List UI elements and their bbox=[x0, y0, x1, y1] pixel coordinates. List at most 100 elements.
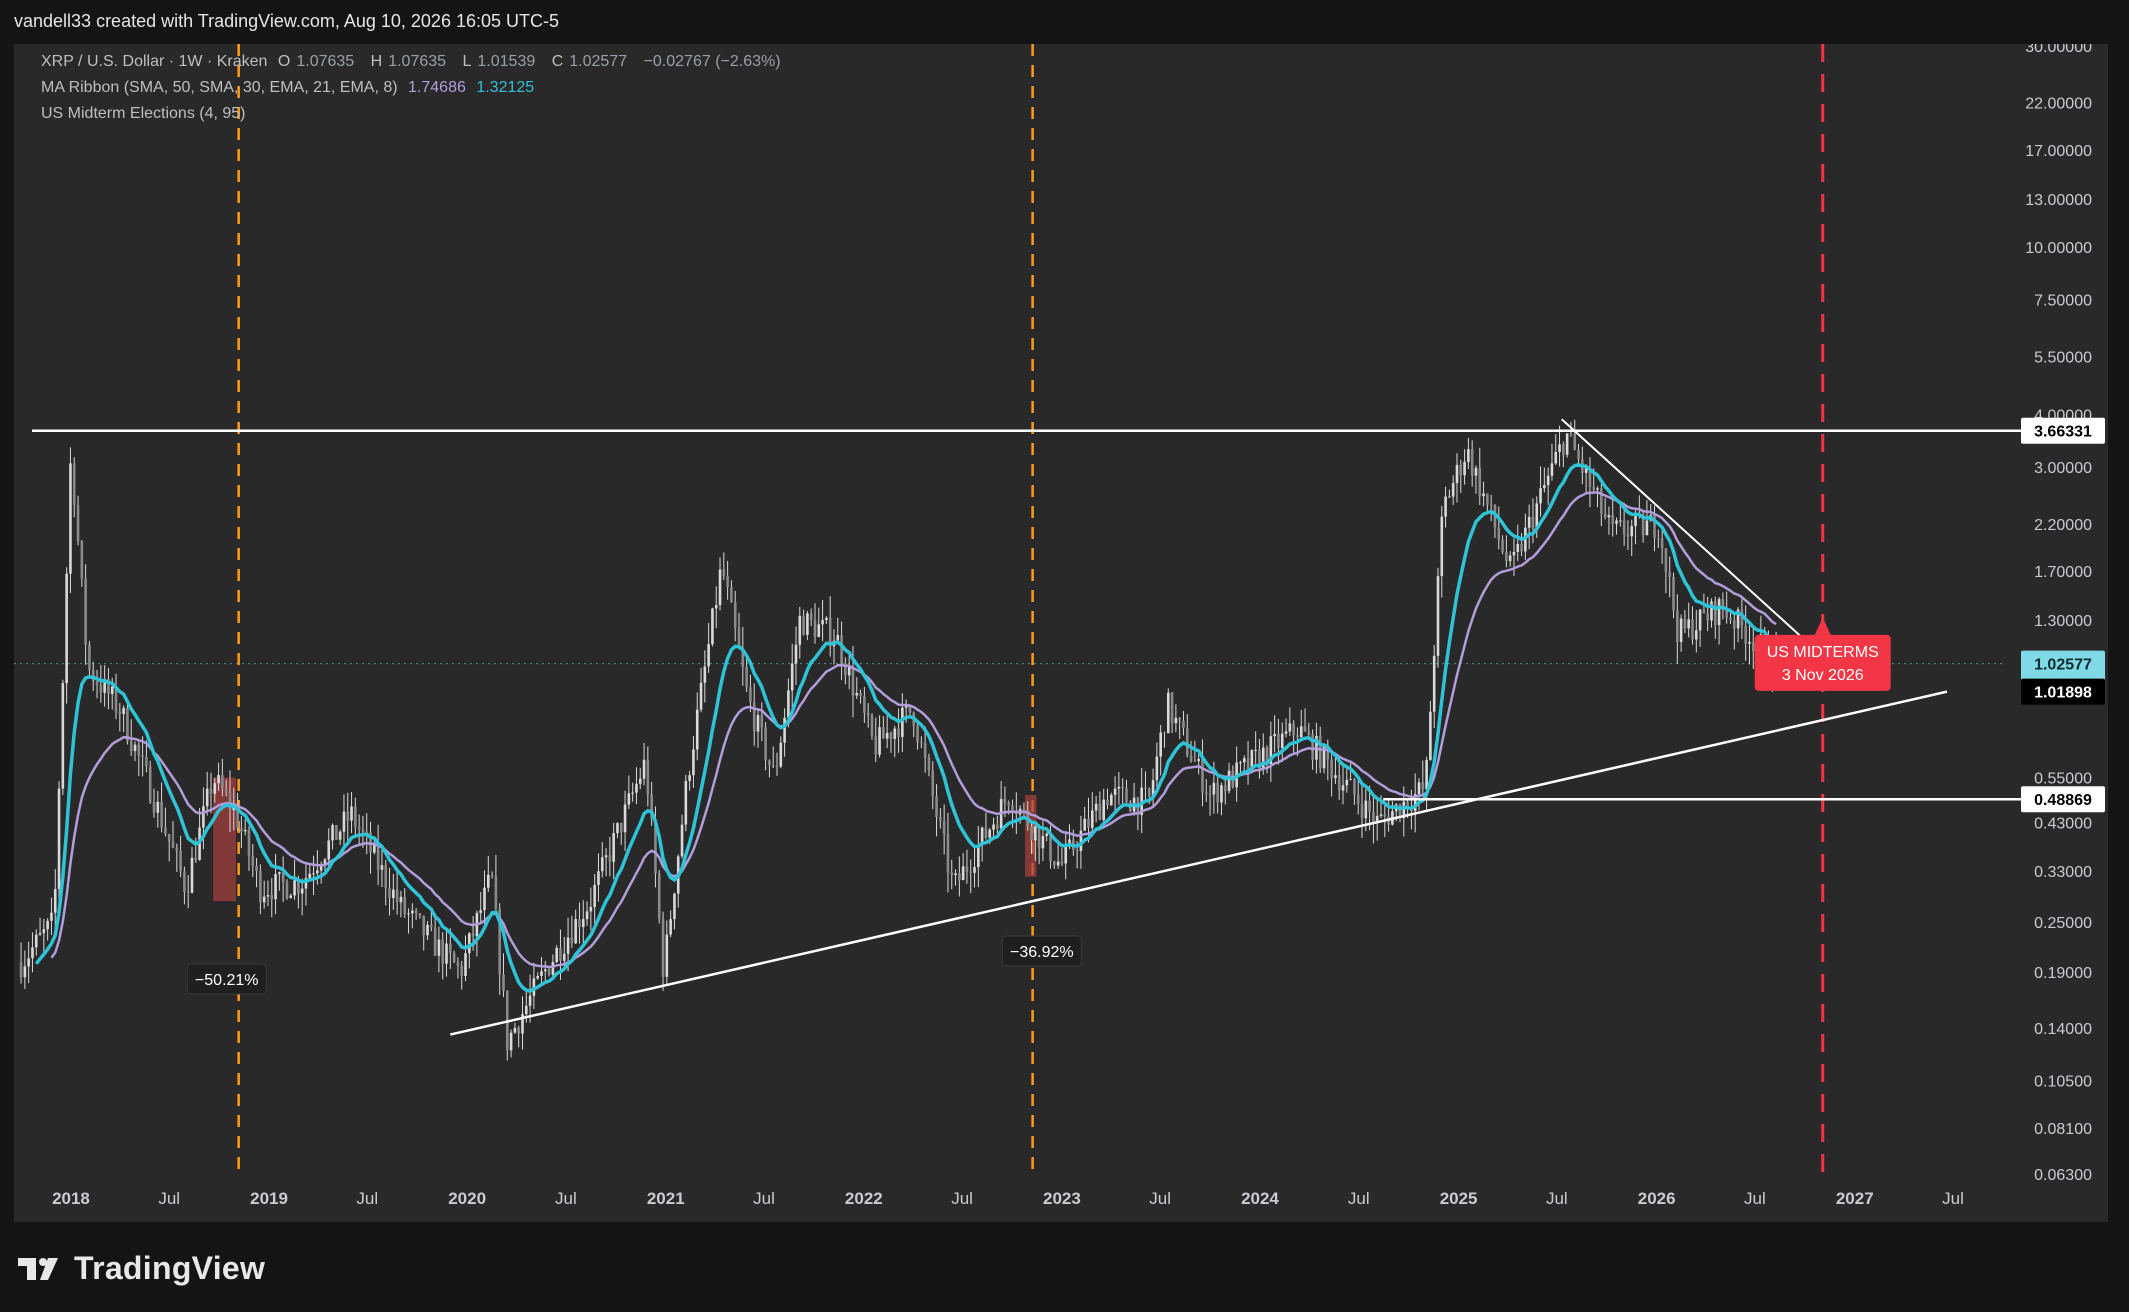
candle-body bbox=[183, 871, 186, 893]
candle-body bbox=[1144, 787, 1147, 789]
x-axis-label: 2021 bbox=[647, 1189, 685, 1208]
candle-body bbox=[1098, 803, 1102, 821]
candle-body bbox=[346, 811, 350, 821]
resistance-price-tag: 3.66331 bbox=[2034, 424, 2092, 441]
candle-body bbox=[1695, 630, 1698, 640]
candle-body bbox=[449, 943, 452, 953]
candle-body bbox=[1732, 620, 1736, 629]
candle-body bbox=[528, 995, 532, 1006]
tradingview-logo[interactable]: TradingView bbox=[18, 1250, 265, 1287]
legend-ma-row: MA Ribbon (SMA, 50, SMA, 30, EMA, 21, EM… bbox=[41, 79, 540, 97]
candle-body bbox=[1159, 732, 1162, 757]
chart-panel[interactable]: 30.00000 22.00000 17.00000 13.00000 10.00000… bbox=[14, 44, 2108, 1222]
candle-body bbox=[665, 934, 669, 977]
candle-body bbox=[1478, 467, 1482, 497]
candle-body bbox=[863, 696, 866, 713]
candle-body bbox=[1170, 692, 1174, 724]
candle-body bbox=[490, 874, 494, 876]
candle-body bbox=[471, 933, 475, 937]
candle-body bbox=[635, 783, 638, 793]
candle-body bbox=[946, 833, 950, 873]
candle-body bbox=[376, 844, 380, 870]
candle-body bbox=[464, 953, 467, 976]
candle-body bbox=[1482, 493, 1485, 497]
legend-symbol[interactable]: XRP / U.S. Dollar · 1W · Kraken bbox=[41, 53, 267, 70]
candle-body bbox=[942, 820, 946, 834]
candle-body bbox=[608, 855, 612, 862]
candle-body bbox=[1254, 749, 1257, 751]
candle-body bbox=[707, 644, 710, 667]
candle-body bbox=[118, 711, 122, 715]
candle-body bbox=[996, 824, 999, 829]
candle-body bbox=[680, 824, 684, 857]
candle-body bbox=[1147, 788, 1151, 797]
candle-body bbox=[240, 828, 243, 832]
candle-body bbox=[878, 727, 881, 755]
open-label: O bbox=[277, 53, 291, 70]
x-axis-label: Jul bbox=[753, 1189, 775, 1208]
candle-body bbox=[1003, 799, 1007, 804]
candle-body bbox=[1216, 782, 1219, 803]
ma-fast-line bbox=[34, 462, 1777, 993]
candle-body bbox=[316, 870, 319, 874]
candle-body bbox=[1087, 818, 1090, 828]
candle-body bbox=[380, 865, 384, 870]
y-axis-label: 1.30000 bbox=[2034, 613, 2092, 630]
candle-body bbox=[338, 831, 342, 840]
candle-body bbox=[34, 934, 38, 948]
candle-body bbox=[977, 844, 980, 868]
candle-body bbox=[806, 613, 809, 635]
candle-body bbox=[1379, 814, 1383, 816]
candle-body bbox=[31, 947, 34, 959]
candle-body bbox=[445, 943, 448, 964]
candle-body bbox=[221, 775, 224, 789]
candle-body bbox=[384, 865, 388, 888]
candle-body bbox=[593, 884, 596, 907]
candle-body bbox=[129, 741, 133, 752]
candle-body bbox=[213, 783, 217, 794]
candle-body bbox=[342, 811, 346, 832]
candle-body bbox=[414, 910, 418, 914]
footer: TradingView bbox=[0, 1222, 2129, 1312]
candle-body bbox=[278, 872, 281, 875]
candle-body bbox=[1015, 813, 1018, 815]
candle-body bbox=[388, 887, 391, 899]
candle-body bbox=[1611, 515, 1615, 524]
candle-body bbox=[1455, 464, 1459, 484]
y-axis-label: 3.00000 bbox=[2034, 460, 2092, 477]
y-axis-label: 0.10500 bbox=[2034, 1074, 2092, 1091]
x-axis-label: Jul bbox=[555, 1189, 577, 1208]
candle-body bbox=[1508, 555, 1512, 562]
candle-body bbox=[1368, 800, 1371, 812]
midterm-indicator-label[interactable]: US Midterm Elections (4, 95) bbox=[41, 105, 246, 122]
candle-body bbox=[1383, 814, 1387, 817]
crosshair-price-tag: 1.01898 bbox=[2034, 685, 2092, 702]
x-axis-label: Jul bbox=[158, 1189, 180, 1208]
candle-body bbox=[920, 741, 923, 743]
candle-body bbox=[1440, 516, 1444, 577]
candle-body bbox=[627, 793, 631, 805]
x-axis-label: 2023 bbox=[1043, 1189, 1081, 1208]
candle-body bbox=[1307, 731, 1311, 735]
candle-body bbox=[756, 714, 760, 732]
candle-body bbox=[430, 924, 433, 928]
candle-body bbox=[1448, 496, 1451, 498]
price-chart[interactable]: 30.00000 22.00000 17.00000 13.00000 10.00000… bbox=[14, 44, 2108, 1222]
candle-body bbox=[65, 573, 68, 684]
candle-body bbox=[224, 788, 228, 792]
candle-body bbox=[1501, 539, 1504, 553]
candle-body bbox=[57, 788, 61, 890]
candle-body bbox=[452, 952, 456, 963]
candle-body bbox=[217, 775, 220, 784]
y-axis-label: 0.14000 bbox=[2034, 1021, 2092, 1038]
candle-body bbox=[411, 910, 414, 914]
ma-ribbon-label[interactable]: MA Ribbon (SMA, 50, SMA, 30, EMA, 21, EM… bbox=[41, 79, 398, 96]
candle-body bbox=[657, 873, 661, 919]
candle-body bbox=[859, 693, 862, 697]
candle-body bbox=[551, 962, 555, 975]
candle-body bbox=[46, 920, 49, 930]
candle-body bbox=[1117, 786, 1121, 789]
candle-body bbox=[27, 958, 30, 967]
candle-body bbox=[335, 825, 338, 840]
candle-body bbox=[95, 681, 99, 685]
